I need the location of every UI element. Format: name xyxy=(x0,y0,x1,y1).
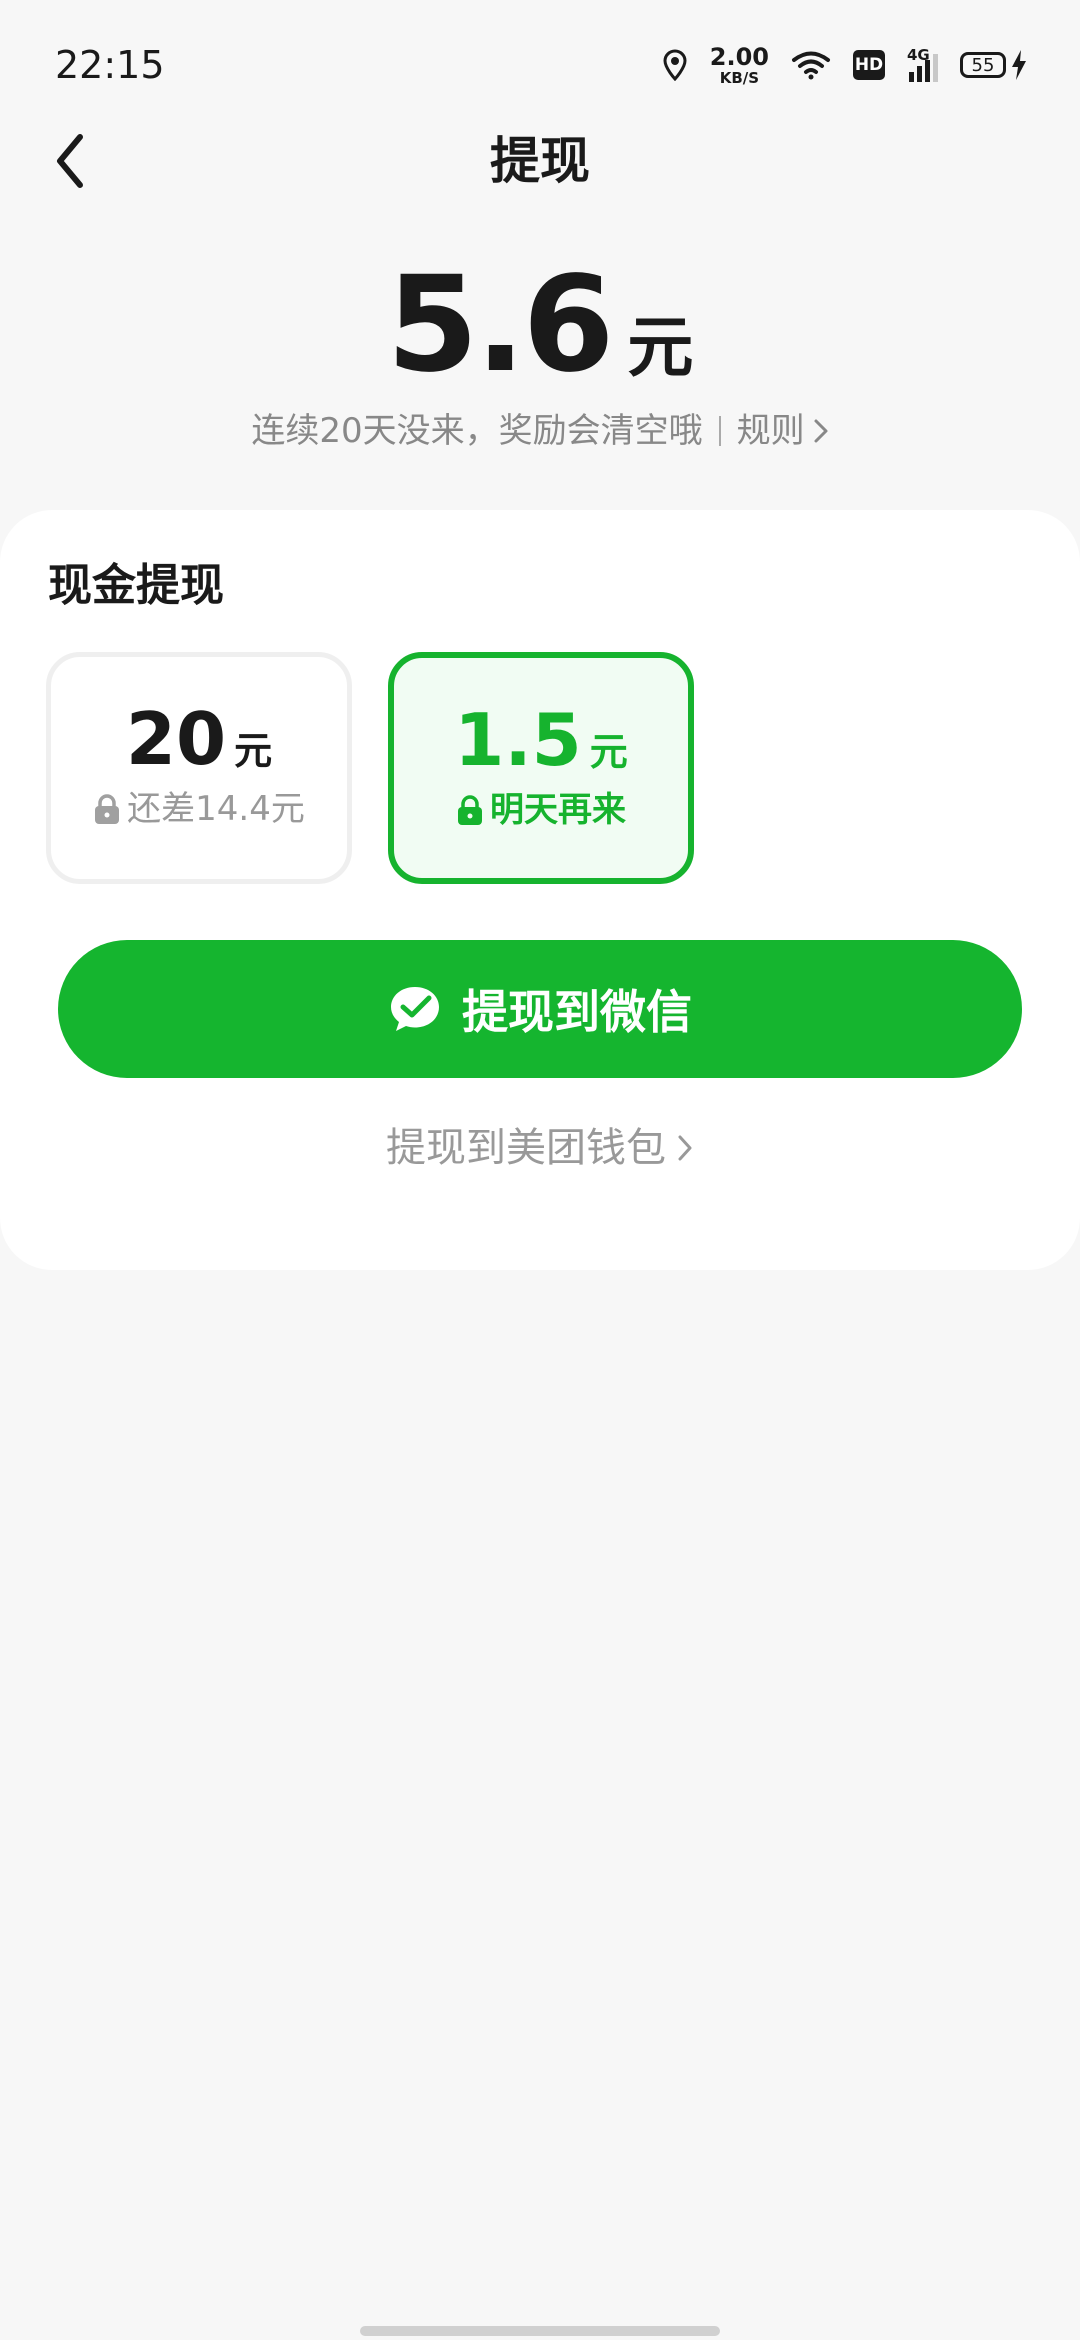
wechat-pay-icon xyxy=(391,987,439,1031)
withdraw-option-1-5[interactable]: 1.5 元 明天再来 xyxy=(388,652,694,884)
page-title: 提现 xyxy=(490,132,590,190)
withdraw-to-meituan-wallet-link[interactable]: 提现到美团钱包 xyxy=(0,1120,1080,1176)
option-status-text: 明天再来 xyxy=(490,790,626,830)
status-time: 22:15 xyxy=(55,43,165,87)
home-indicator[interactable] xyxy=(360,2326,720,2336)
hd-icon: HD xyxy=(853,50,885,80)
expiry-notice: 连续20天没来，奖励会清空哦 规则 xyxy=(0,408,1080,454)
charging-bolt-icon xyxy=(1012,50,1026,80)
option-value-row: 1.5 元 xyxy=(454,700,628,780)
lock-icon xyxy=(458,795,482,825)
net-speed: 2.00 KB/S xyxy=(710,45,769,86)
expiry-notice-text: 连续20天没来，奖励会清空哦 xyxy=(251,411,703,451)
cellular-signal-icon: 4G xyxy=(907,46,938,82)
option-status-text: 还差14.4元 xyxy=(127,789,305,829)
option-value: 1.5 xyxy=(454,698,582,782)
option-unit: 元 xyxy=(234,729,273,773)
option-unit: 元 xyxy=(589,730,628,774)
option-value: 20 xyxy=(125,697,227,781)
battery-icon: 55 xyxy=(960,49,1028,81)
option-status: 还差14.4元 xyxy=(93,787,305,831)
wechat-button-label: 提现到微信 xyxy=(462,985,692,1039)
withdraw-option-20[interactable]: 20 元 还差14.4元 xyxy=(46,652,352,884)
option-status: 明天再来 xyxy=(456,788,626,832)
wifi-icon xyxy=(792,51,830,80)
chevron-right-icon xyxy=(678,1135,692,1161)
option-value-row: 20 元 xyxy=(126,699,272,779)
lock-icon xyxy=(95,794,120,824)
location-icon xyxy=(663,49,687,81)
notice-divider xyxy=(718,416,721,446)
status-icons: 2.00 KB/S HD 4G 55 xyxy=(662,42,1028,88)
rules-link[interactable]: 规则 xyxy=(737,408,829,454)
cash-withdraw-card: 现金提现 20 元 还差14.4元 1.5 元 明天再来 提现到微信 提现到美团… xyxy=(0,510,1080,1270)
balance-amount: 5.6 xyxy=(386,248,615,402)
chevron-right-icon xyxy=(814,419,828,443)
balance-display: 5.6 元 xyxy=(0,250,1080,400)
wallet-link-label: 提现到美团钱包 xyxy=(386,1125,666,1171)
net-speed-unit: KB/S xyxy=(719,68,760,87)
net-speed-value: 2.00 xyxy=(709,42,769,71)
withdraw-to-wechat-button[interactable]: 提现到微信 xyxy=(58,940,1022,1078)
network-type: 4G xyxy=(907,46,930,64)
rules-label: 规则 xyxy=(736,411,805,451)
battery-level: 55 xyxy=(960,52,1006,78)
balance-unit: 元 xyxy=(627,309,694,386)
status-bar: 22:15 2.00 KB/S HD 4G 55 xyxy=(0,0,1080,130)
card-title: 现金提现 xyxy=(48,560,224,611)
